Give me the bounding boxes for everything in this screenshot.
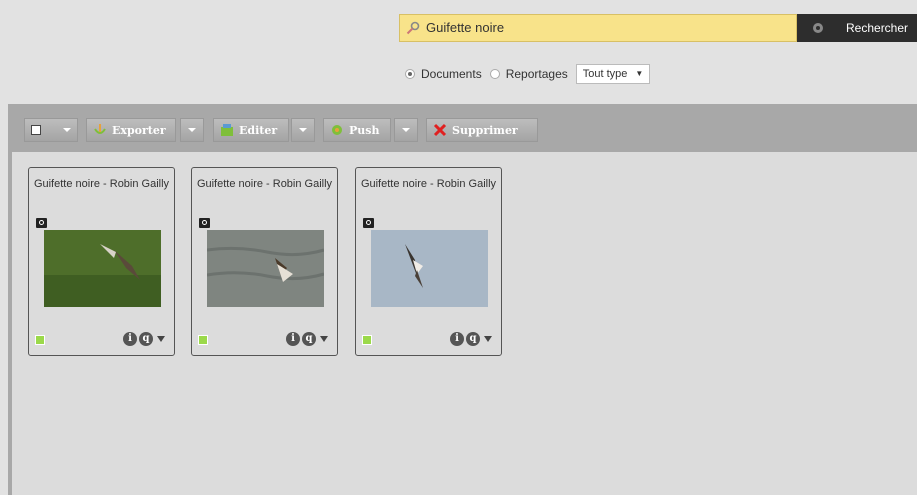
info-icon[interactable]: i — [123, 332, 137, 346]
results-grid: Guifette noire - Robin Gailly i q Guifet… — [12, 152, 917, 495]
select-all-dropdown[interactable] — [24, 118, 78, 142]
type-select-value: Tout type — [582, 68, 628, 80]
edit-icon — [221, 124, 233, 136]
result-card[interactable]: Guifette noire - Robin Gailly i q — [28, 167, 175, 356]
filter-row: Documents Reportages Tout type ▼ — [405, 64, 651, 84]
select-checkbox[interactable] — [362, 335, 372, 345]
push-icon — [332, 125, 342, 135]
result-card[interactable]: Guifette noire - Robin Gailly i q — [355, 167, 502, 356]
results-panel: Exporter Editer Push Supprimer Guifette … — [8, 104, 917, 495]
zoom-icon[interactable]: q — [302, 332, 316, 346]
reportages-label: Reportages — [505, 67, 568, 81]
edit-label: Editer — [239, 123, 278, 137]
card-actions: i q — [450, 332, 492, 346]
push-label: Push — [349, 123, 380, 137]
card-title: Guifette noire - Robin Gailly — [33, 178, 170, 190]
camera-icon — [363, 218, 374, 228]
card-title: Guifette noire - Robin Gailly — [196, 178, 333, 190]
chevron-down-icon — [188, 128, 196, 132]
chevron-down-icon — [63, 128, 71, 132]
search-bar — [399, 14, 797, 42]
export-label: Exporter — [112, 123, 166, 137]
result-photo[interactable] — [44, 230, 161, 307]
camera-icon — [199, 218, 210, 228]
camera-icon — [36, 218, 47, 228]
info-icon[interactable]: i — [450, 332, 464, 346]
result-photo[interactable] — [371, 230, 488, 307]
card-title: Guifette noire - Robin Gailly — [360, 178, 497, 190]
card-actions: i q — [123, 332, 165, 346]
search-button[interactable]: Rechercher — [797, 14, 917, 42]
documents-radio[interactable] — [405, 69, 415, 79]
chevron-down-icon[interactable] — [320, 336, 328, 342]
chevron-down-icon — [299, 128, 307, 132]
chevron-down-icon[interactable] — [484, 336, 492, 342]
chevron-down-icon[interactable] — [157, 336, 165, 342]
search-icon — [406, 21, 420, 35]
zoom-icon[interactable]: q — [466, 332, 480, 346]
delete-button[interactable]: Supprimer — [426, 118, 538, 142]
export-dropdown[interactable] — [180, 118, 204, 142]
select-checkbox[interactable] — [198, 335, 208, 345]
reportages-radio[interactable] — [489, 69, 500, 79]
delete-label: Supprimer — [452, 123, 518, 137]
result-photo[interactable] — [207, 230, 324, 307]
result-card[interactable]: Guifette noire - Robin Gailly i q — [191, 167, 338, 356]
delete-icon — [433, 123, 447, 137]
card-actions: i q — [286, 332, 328, 346]
edit-button[interactable]: Editer — [213, 118, 289, 142]
toolbar: Exporter Editer Push Supprimer — [8, 104, 917, 152]
search-input[interactable] — [426, 15, 786, 41]
type-select[interactable]: Tout type ▼ — [575, 64, 651, 84]
edit-dropdown[interactable] — [291, 118, 315, 142]
gear-icon — [813, 23, 823, 33]
zoom-icon[interactable]: q — [139, 332, 153, 346]
push-button[interactable]: Push — [323, 118, 391, 142]
select-checkbox[interactable] — [35, 335, 45, 345]
select-all-checkbox[interactable] — [31, 125, 41, 135]
search-button-label: Rechercher — [846, 21, 909, 35]
chevron-down-icon: ▼ — [635, 69, 644, 78]
info-icon[interactable]: i — [286, 332, 300, 346]
export-button[interactable]: Exporter — [86, 118, 176, 142]
documents-label: Documents — [421, 67, 482, 81]
export-icon — [94, 124, 106, 134]
push-dropdown[interactable] — [394, 118, 418, 142]
chevron-down-icon — [402, 128, 410, 132]
